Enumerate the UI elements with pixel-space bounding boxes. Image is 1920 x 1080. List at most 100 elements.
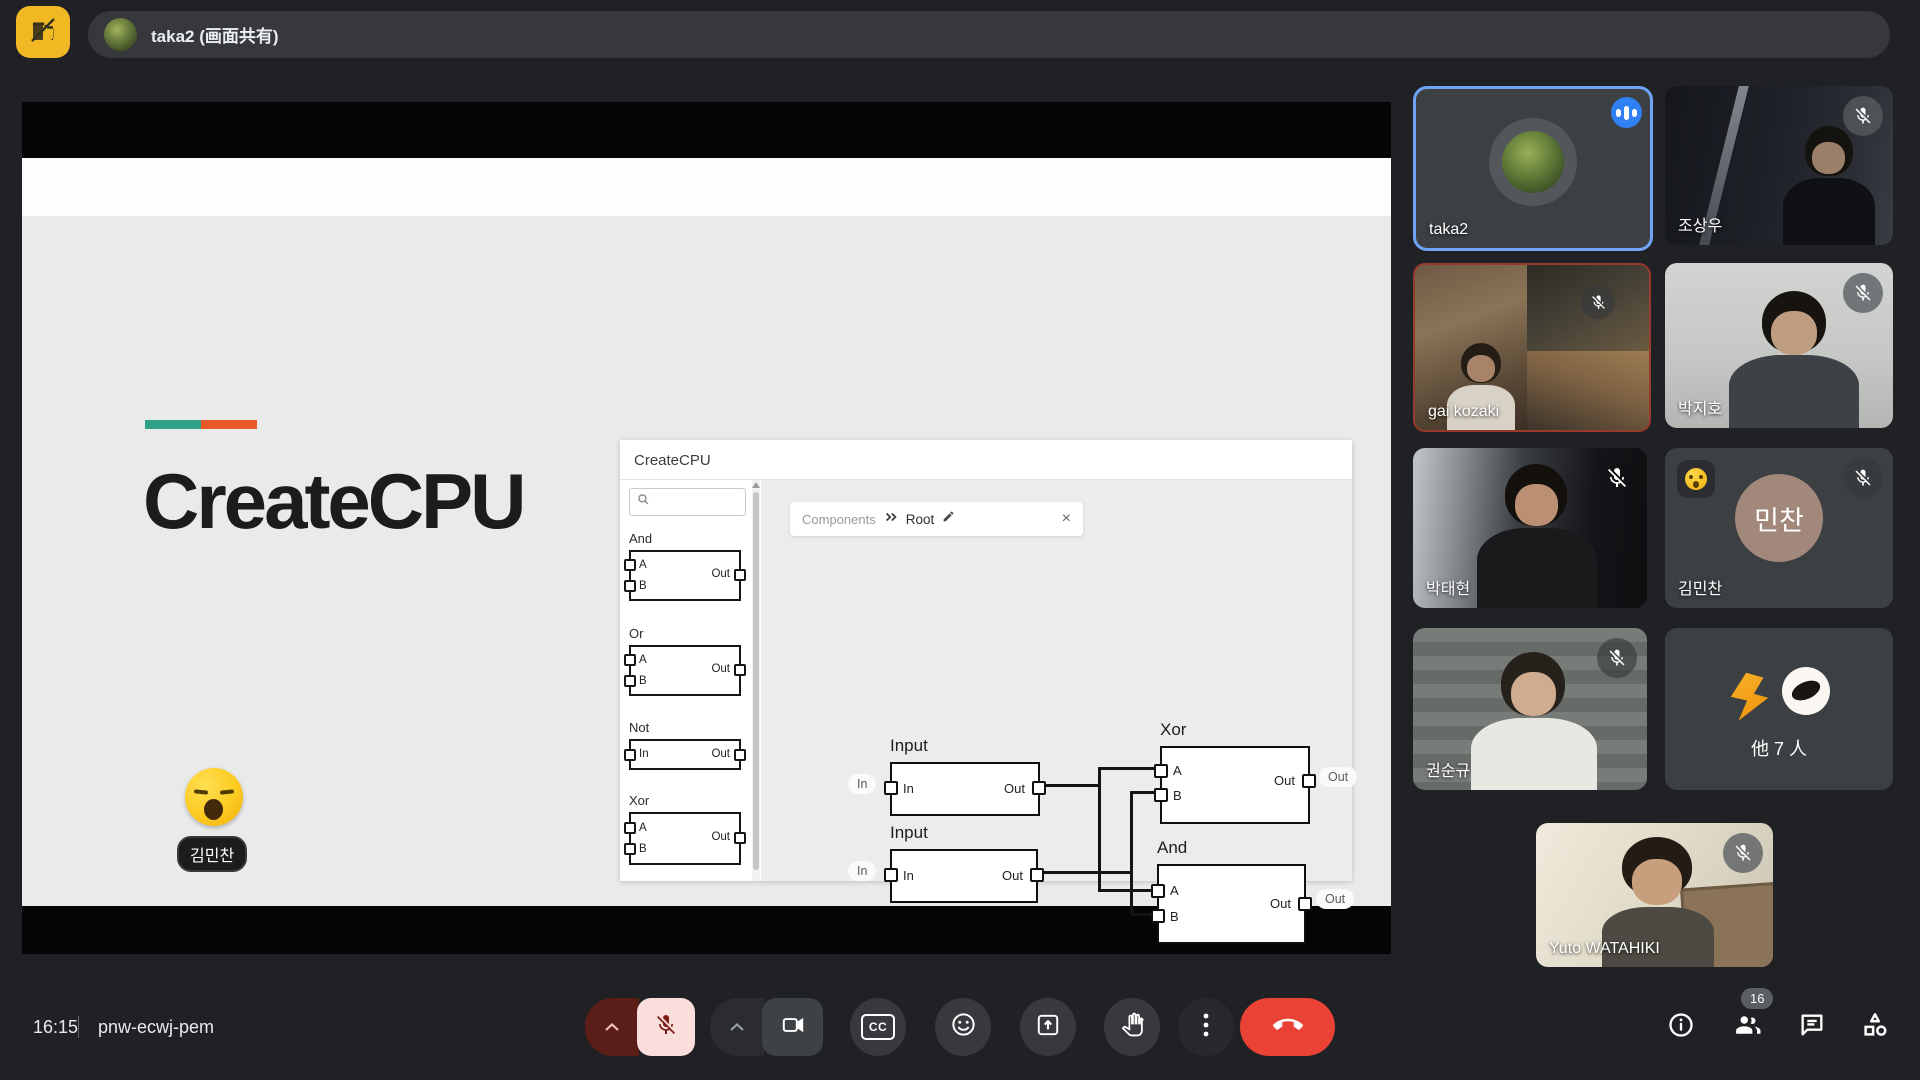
- chat-button[interactable]: [1793, 1008, 1831, 1046]
- node-label: And: [1157, 838, 1187, 858]
- double-chevron-icon: [884, 510, 898, 528]
- present-screen-button[interactable]: [1020, 998, 1076, 1056]
- breadcrumb-components[interactable]: Components: [802, 512, 876, 527]
- participant-name: gai kozaki: [1428, 403, 1499, 421]
- avatar: 민찬: [1735, 474, 1823, 562]
- pin-label: Out: [711, 831, 730, 843]
- wire: [1130, 791, 1157, 794]
- pin-label: Out: [711, 748, 730, 760]
- videocam-icon: [780, 1012, 806, 1043]
- breadcrumb[interactable]: Components Root ×: [790, 502, 1083, 536]
- palette-gate-not[interactable]: In Out: [629, 739, 741, 770]
- palette-gate-label: Xor: [629, 793, 649, 808]
- palette-scrollbar[interactable]: [752, 480, 760, 881]
- tile-kimminchan[interactable]: 민찬 김민찬: [1665, 448, 1893, 608]
- info-icon: [1667, 1011, 1695, 1044]
- tile-taka2[interactable]: taka2: [1413, 86, 1653, 251]
- tile-parkjiho[interactable]: 박지호: [1665, 263, 1893, 428]
- node-input-2[interactable]: In Out: [890, 849, 1038, 903]
- palette-gate-xor[interactable]: A B Out: [629, 812, 741, 865]
- mic-off-icon: [1843, 273, 1883, 313]
- participant-video: [1729, 291, 1859, 428]
- pin-label: B: [1170, 909, 1179, 924]
- lightning-avatar: [1726, 673, 1774, 721]
- external-output-pill[interactable]: Out: [1319, 767, 1357, 787]
- hand-icon: [1120, 1012, 1145, 1042]
- pin-label: A: [639, 654, 647, 666]
- pin-label: B: [639, 580, 647, 592]
- smiley-icon: [950, 1011, 977, 1043]
- presenter-label: taka2 (画面共有): [151, 22, 279, 47]
- camera-options-chevron[interactable]: [710, 998, 764, 1056]
- mic-off-icon: [654, 1013, 678, 1042]
- wire: [1098, 889, 1154, 892]
- tile-parktaehyun[interactable]: 박태현: [1413, 448, 1647, 608]
- captions-button[interactable]: CC: [850, 998, 906, 1056]
- participant-name: 조상우: [1678, 212, 1722, 236]
- mic-off-icon: [1581, 285, 1615, 319]
- people-icon: [1733, 1010, 1763, 1045]
- node-and[interactable]: A B Out: [1157, 864, 1306, 944]
- presentation-off-badge[interactable]: [16, 6, 70, 58]
- tile-others-overflow[interactable]: 他 7 人: [1665, 628, 1893, 790]
- domain-disabled-icon: [28, 15, 58, 50]
- reaction-emoji-badge: [1677, 460, 1715, 498]
- external-input-pill[interactable]: In: [848, 774, 876, 794]
- show-participants-button[interactable]: [1729, 1008, 1767, 1046]
- node-label: Input: [890, 823, 928, 843]
- external-input-pill[interactable]: In: [848, 861, 876, 881]
- participant-video: [1471, 652, 1597, 790]
- participant-name: 권순규: [1426, 757, 1470, 781]
- raise-hand-button[interactable]: [1104, 998, 1160, 1056]
- palette-gate-and[interactable]: A B Out: [629, 550, 741, 601]
- external-output-pill[interactable]: Out: [1316, 889, 1354, 909]
- app-title: CreateCPU: [634, 452, 711, 469]
- palette-gate-label: Not: [629, 720, 649, 735]
- tile-yuto-watahiki[interactable]: Yuto WATAHIKI: [1536, 823, 1773, 967]
- activities-button[interactable]: [1856, 1008, 1894, 1046]
- node-xor[interactable]: A B Out: [1160, 746, 1310, 824]
- cc-icon: CC: [861, 1014, 895, 1040]
- end-call-button[interactable]: [1240, 998, 1335, 1056]
- mic-mute-button[interactable]: [637, 998, 695, 1056]
- component-search-input[interactable]: [629, 488, 746, 516]
- reaction-name-tag: 김민찬: [177, 836, 247, 872]
- pin-label: Out: [1002, 868, 1023, 883]
- participant-count-badge: 16: [1741, 988, 1773, 1009]
- edit-pencil-icon[interactable]: [942, 510, 955, 528]
- pin-label: Out: [711, 568, 730, 580]
- meeting-details-button[interactable]: [1662, 1008, 1700, 1046]
- presenter-banner[interactable]: taka2 (画面共有): [88, 11, 1890, 58]
- close-icon[interactable]: ×: [1062, 510, 1071, 528]
- wire: [1130, 791, 1133, 916]
- surprised-face-emoji: [1685, 468, 1707, 490]
- present-icon: [1035, 1012, 1061, 1043]
- pin-label: Out: [1274, 773, 1295, 788]
- camera-button[interactable]: [762, 998, 823, 1056]
- reactions-button[interactable]: [935, 998, 991, 1056]
- more-options-button[interactable]: [1178, 998, 1234, 1056]
- clock-time: 16:15: [33, 1017, 78, 1038]
- pin-label: B: [639, 675, 647, 687]
- participant-name: 박지호: [1678, 395, 1722, 419]
- shared-screen-region: CreateCPU 김민찬 CreateCPU And: [22, 102, 1391, 954]
- palette-gate-or[interactable]: A B Out: [629, 645, 741, 696]
- camera-control-group: [710, 998, 823, 1056]
- breadcrumb-root[interactable]: Root: [906, 512, 935, 527]
- participant-video: [1477, 464, 1597, 608]
- node-input-1[interactable]: In Out: [890, 762, 1040, 816]
- createcpu-app-panel: CreateCPU And A B Out: [620, 440, 1352, 881]
- mic-options-chevron[interactable]: [585, 998, 639, 1056]
- pin-label: B: [639, 843, 647, 855]
- wire: [1098, 767, 1157, 770]
- mic-off-icon: [1597, 638, 1637, 678]
- participant-name: 김민찬: [1678, 575, 1722, 599]
- cookie-avatar: [1782, 667, 1830, 715]
- tile-kwonsungyu[interactable]: 권순규: [1413, 628, 1647, 790]
- wire: [1041, 784, 1101, 787]
- tile-gai-kozaki[interactable]: gai kozaki: [1413, 263, 1651, 432]
- pin-label: In: [639, 748, 649, 760]
- tile-josangwoo[interactable]: 조상우: [1665, 86, 1893, 245]
- yawning-face-emoji: [185, 768, 243, 826]
- pin-label: A: [1170, 883, 1179, 898]
